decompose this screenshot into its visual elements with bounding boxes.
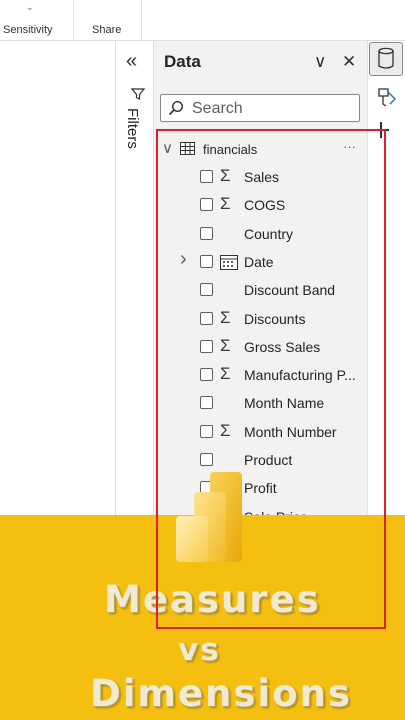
banner-headline-vs: vs [178,632,221,668]
collapse-filters-icon[interactable]: « [126,50,137,73]
sensitivity-button[interactable]: Sensitivity [3,24,53,36]
chevron-down-icon[interactable]: ⌄ [26,2,34,13]
ribbon-divider [73,0,74,40]
format-paintbrush-icon[interactable] [376,86,398,108]
search-input[interactable] [160,94,360,122]
data-pane-title: Data [164,52,201,71]
report-canvas[interactable] [0,41,116,520]
database-icon [378,47,394,69]
ribbon-divider [141,0,142,40]
close-icon[interactable]: ✕ [342,52,356,72]
banner-headline-dimensions: Dimensions [90,672,352,715]
ribbon-bar: ⌄ Sensitivity Share [0,0,405,41]
chevron-down-icon[interactable]: ∨ [314,52,326,72]
highlight-box [156,129,386,629]
filter-funnel-icon [130,88,146,100]
share-button[interactable]: Share [92,24,121,36]
search-placeholder: Search [192,100,243,117]
filters-pane-label[interactable]: Filters [124,108,141,149]
search-icon [168,100,184,116]
